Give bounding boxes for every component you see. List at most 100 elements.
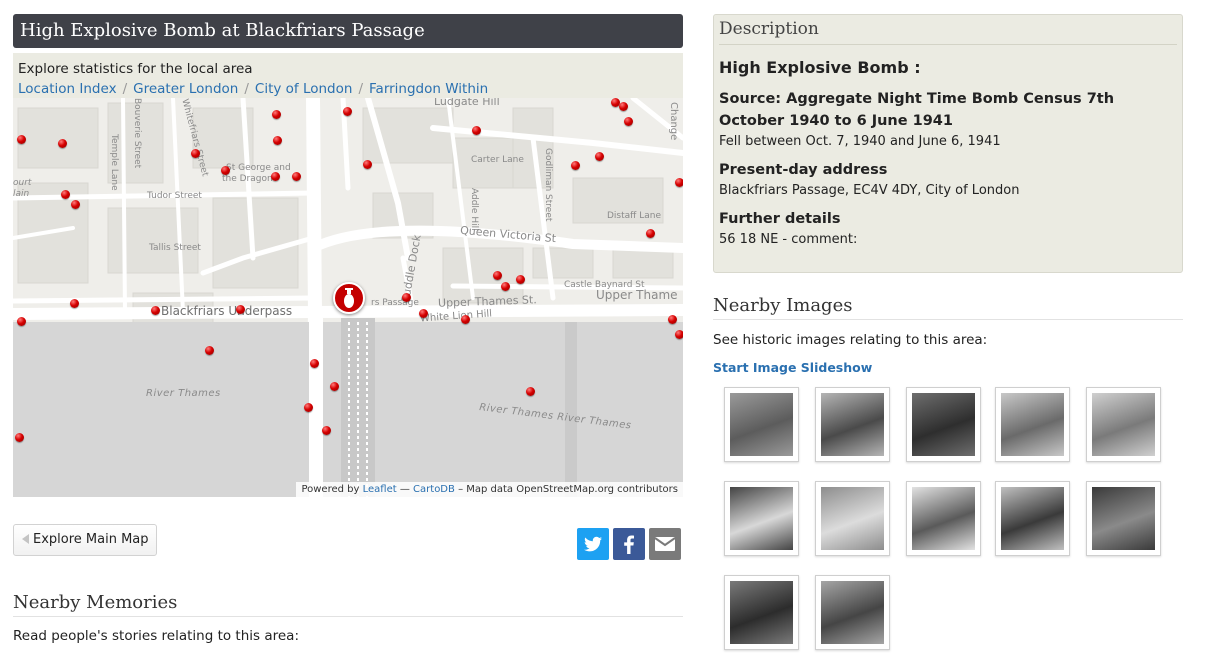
historic-photo-image bbox=[1001, 487, 1064, 550]
image-thumbnail[interactable] bbox=[1086, 387, 1161, 462]
details-label: Further details bbox=[719, 211, 841, 227]
bomb-marker[interactable] bbox=[272, 110, 281, 119]
description-heading: Description bbox=[719, 19, 1177, 45]
image-thumbnail[interactable] bbox=[815, 481, 890, 556]
bomb-marker[interactable] bbox=[419, 309, 428, 318]
bomb-marker[interactable] bbox=[71, 200, 80, 209]
historic-photo-image bbox=[730, 487, 793, 550]
explore-main-map-button[interactable]: Explore Main Map bbox=[13, 524, 157, 556]
nearby-images-heading: Nearby Images bbox=[713, 295, 1183, 320]
email-share-button[interactable] bbox=[649, 528, 681, 560]
map-label-river-thames-left: River Thames bbox=[146, 388, 221, 399]
bomb-marker[interactable] bbox=[516, 275, 525, 284]
bomb-marker[interactable] bbox=[330, 382, 339, 391]
bomb-marker[interactable] bbox=[292, 172, 301, 181]
map-label-court: ourt bbox=[13, 178, 32, 188]
bomb-marker[interactable] bbox=[70, 299, 79, 308]
bomb-marker[interactable] bbox=[304, 403, 313, 412]
bomb-marker[interactable] bbox=[61, 190, 70, 199]
map-label-ludgate-hill: Ludgate Hill bbox=[434, 98, 500, 108]
leaflet-link[interactable]: Leaflet bbox=[363, 484, 397, 495]
image-thumbnail[interactable] bbox=[1086, 481, 1161, 556]
bomb-marker[interactable] bbox=[595, 152, 604, 161]
selected-bomb-marker[interactable] bbox=[333, 282, 365, 314]
bomb-marker[interactable] bbox=[322, 426, 331, 435]
bomb-marker[interactable] bbox=[501, 282, 510, 291]
bomb-marker[interactable] bbox=[271, 172, 280, 181]
breadcrumb-separator: / bbox=[244, 81, 249, 97]
bomb-marker[interactable] bbox=[236, 305, 245, 314]
image-thumbnail[interactable] bbox=[724, 575, 799, 650]
bomb-marker[interactable] bbox=[402, 293, 411, 302]
nearby-images-text: See historic images relating to this are… bbox=[713, 332, 988, 348]
image-thumbnail[interactable] bbox=[995, 481, 1070, 556]
email-icon bbox=[654, 537, 676, 551]
bomb-marker[interactable] bbox=[343, 107, 352, 116]
bomb-marker[interactable] bbox=[15, 433, 24, 442]
map-label-tudor-street: Tudor Street bbox=[147, 191, 202, 201]
bomb-marker[interactable] bbox=[526, 387, 535, 396]
breadcrumb-farringdon-within[interactable]: Farringdon Within bbox=[369, 81, 488, 97]
explore-main-map-label: Explore Main Map bbox=[33, 532, 149, 547]
bomb-marker[interactable] bbox=[310, 359, 319, 368]
image-thumbnail[interactable] bbox=[724, 481, 799, 556]
bomb-marker[interactable] bbox=[273, 136, 282, 145]
facebook-share-button[interactable] bbox=[613, 528, 645, 560]
bomb-marker[interactable] bbox=[493, 271, 502, 280]
bomb-marker[interactable] bbox=[675, 330, 683, 339]
right-column: Description High Explosive Bomb : Source… bbox=[713, 14, 1183, 650]
cartodb-link[interactable]: CartoDB bbox=[413, 484, 455, 495]
bomb-type: High Explosive Bomb : bbox=[719, 58, 921, 77]
explore-stats-box: Explore statistics for the local area Lo… bbox=[13, 53, 683, 98]
historic-photo-image bbox=[912, 487, 975, 550]
attribution-dash: — bbox=[399, 484, 410, 495]
breadcrumb-greater-london[interactable]: Greater London bbox=[133, 81, 238, 97]
bomb-marker[interactable] bbox=[472, 126, 481, 135]
nearby-memories-heading: Nearby Memories bbox=[13, 592, 683, 617]
bomb-marker[interactable] bbox=[17, 317, 26, 326]
bomb-marker[interactable] bbox=[221, 166, 230, 175]
twitter-share-button[interactable] bbox=[577, 528, 609, 560]
map-label-temple-lane: Temple Lane bbox=[109, 134, 119, 191]
map-label-tallis-street: Tallis Street bbox=[149, 243, 201, 253]
map-label-upper-thames: Upper Thame bbox=[596, 288, 678, 302]
start-slideshow-link[interactable]: Start Image Slideshow bbox=[713, 360, 1183, 375]
map-label-bouverie-street: Bouverie Street bbox=[132, 98, 142, 169]
bomb-icon bbox=[344, 288, 354, 308]
image-thumbnail[interactable] bbox=[906, 481, 981, 556]
bomb-marker[interactable] bbox=[461, 315, 470, 324]
bomb-marker[interactable] bbox=[363, 160, 372, 169]
bomb-marker[interactable] bbox=[17, 135, 26, 144]
bomb-marker[interactable] bbox=[668, 315, 677, 324]
bomb-marker[interactable] bbox=[619, 102, 628, 111]
historic-photo-image bbox=[821, 487, 884, 550]
details-text: 56 18 NE - comment: bbox=[719, 232, 858, 247]
breadcrumb-city-of-london[interactable]: City of London bbox=[255, 81, 353, 97]
image-thumbnail[interactable] bbox=[815, 575, 890, 650]
bomb-marker[interactable] bbox=[571, 161, 580, 170]
twitter-icon bbox=[584, 536, 602, 552]
page-title: High Explosive Bomb at Blackfriars Passa… bbox=[13, 14, 683, 48]
bomb-marker[interactable] bbox=[675, 178, 683, 187]
image-thumbnail[interactable] bbox=[906, 387, 981, 462]
breadcrumb-location-index[interactable]: Location Index bbox=[18, 81, 117, 97]
address-text: Blackfriars Passage, EC4V 4DY, City of L… bbox=[719, 183, 1020, 198]
image-thumbnail[interactable] bbox=[815, 387, 890, 462]
historic-photo-image bbox=[1001, 393, 1064, 456]
bomb-marker[interactable] bbox=[191, 149, 200, 158]
historic-photo-image bbox=[912, 393, 975, 456]
description-panel: Description High Explosive Bomb : Source… bbox=[713, 14, 1183, 273]
image-thumbnail[interactable] bbox=[995, 387, 1070, 462]
map-label-distaff-lane: Distaff Lane bbox=[607, 211, 661, 221]
bomb-marker[interactable] bbox=[205, 346, 214, 355]
bomb-marker[interactable] bbox=[151, 306, 160, 315]
bomb-marker[interactable] bbox=[646, 229, 655, 238]
source-label: Source: Aggregate Night Time Bomb Census… bbox=[719, 91, 1115, 129]
historic-photo-image bbox=[821, 393, 884, 456]
image-thumbnail[interactable] bbox=[724, 387, 799, 462]
bomb-marker[interactable] bbox=[58, 139, 67, 148]
bomb-marker[interactable] bbox=[624, 117, 633, 126]
bomb-map[interactable]: Ludgate Hill Carter Lane Addle Hill Godl… bbox=[13, 98, 683, 497]
historic-photo-image bbox=[1092, 393, 1155, 456]
source-text: Fell between Oct. 7, 1940 and June 6, 19… bbox=[719, 134, 1001, 149]
